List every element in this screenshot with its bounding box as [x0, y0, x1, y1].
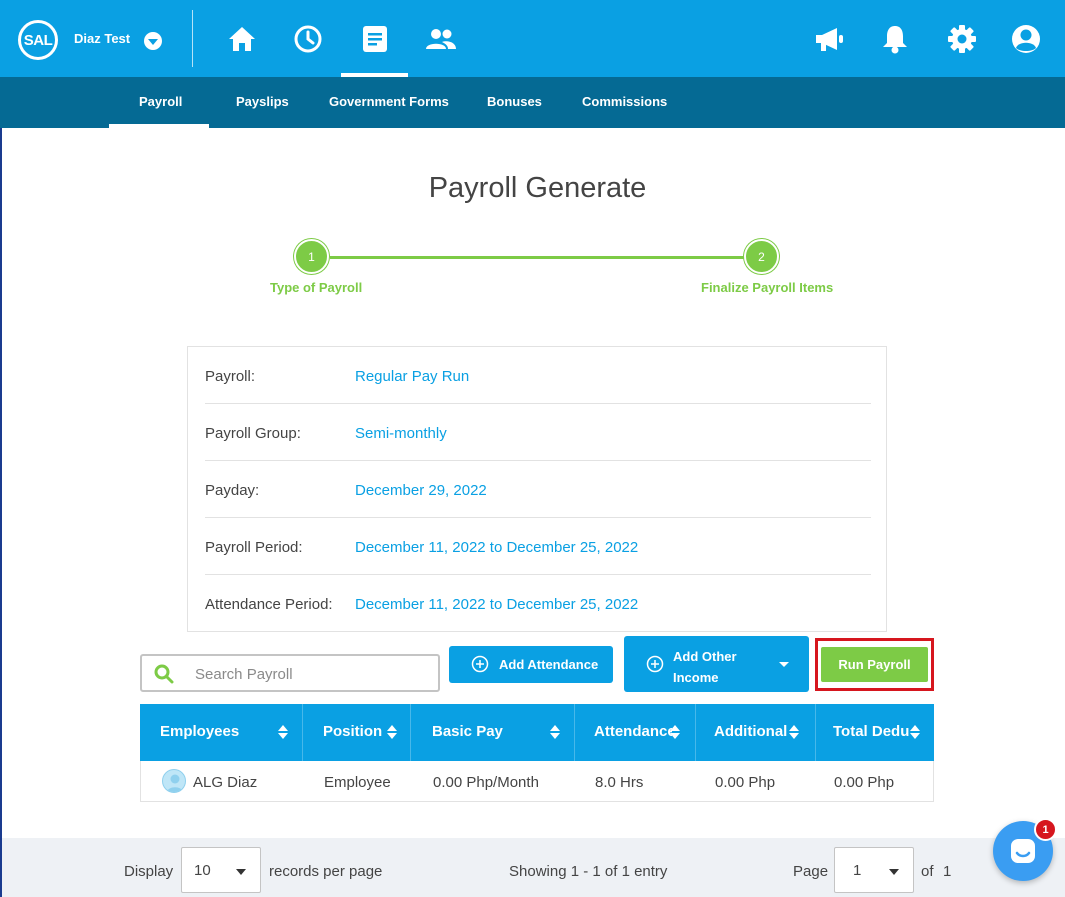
- info-value: Regular Pay Run: [355, 368, 470, 385]
- step-1-label: Type of Payroll: [270, 280, 363, 295]
- sort-icon[interactable]: [910, 725, 920, 739]
- plus-circle-icon: [471, 655, 489, 676]
- caret-down-icon: [236, 869, 246, 875]
- records-per-page-label: records per page: [269, 863, 383, 880]
- info-label: Payroll Period:: [205, 539, 303, 556]
- avatar: [162, 769, 186, 793]
- document-icon[interactable]: [358, 22, 392, 56]
- step-2-label: Finalize Payroll Items: [701, 280, 834, 295]
- add-other-income-label: Add Other Income: [673, 646, 763, 688]
- column-header-basic-pay[interactable]: Basic Pay: [411, 704, 575, 761]
- megaphone-icon[interactable]: [812, 22, 846, 56]
- column-header-position[interactable]: Position: [303, 704, 411, 761]
- sort-icon[interactable]: [387, 725, 397, 739]
- page-title: Payroll Generate: [428, 172, 647, 204]
- page-select[interactable]: 1: [834, 847, 914, 893]
- cell-additional: 0.00 Php: [715, 774, 776, 791]
- run-payroll-button[interactable]: Run Payroll: [821, 647, 928, 682]
- column-header-total-deductions[interactable]: Total Dedu: [816, 704, 934, 761]
- add-attendance-button[interactable]: Add Attendance: [449, 646, 613, 683]
- column-header-label: Position: [323, 723, 383, 740]
- add-attendance-label: Add Attendance: [499, 657, 599, 672]
- search-input[interactable]: [195, 664, 425, 684]
- column-header-employees[interactable]: Employees: [140, 704, 303, 761]
- step-1-circle: 1: [294, 239, 329, 274]
- employee-name[interactable]: ALG Diaz: [193, 774, 257, 791]
- cell-basic-pay: 0.00 Php/Month: [433, 774, 539, 791]
- info-label: Attendance Period:: [205, 596, 333, 613]
- table-row[interactable]: ALG Diaz Employee 0.00 Php/Month 8.0 Hrs…: [140, 761, 934, 802]
- sort-icon[interactable]: [670, 725, 680, 739]
- cell-total-deductions: 0.00 Php: [834, 774, 895, 791]
- info-row-payroll-period: Payroll Period: December 11, 2022 to Dec…: [205, 518, 871, 575]
- caret-down-icon: [889, 869, 899, 875]
- gear-icon[interactable]: [945, 22, 979, 56]
- tab-active-indicator: [109, 124, 209, 128]
- left-border: [0, 128, 2, 897]
- display-label: Display: [124, 863, 174, 880]
- info-row-attendance-period: Attendance Period: December 11, 2022 to …: [205, 575, 871, 632]
- add-other-income-button[interactable]: Add Other Income: [624, 636, 809, 692]
- cell-position: Employee: [324, 774, 391, 791]
- company-name[interactable]: Diaz Test: [74, 31, 130, 46]
- page-select-value: 1: [853, 862, 862, 879]
- run-payroll-highlight: Run Payroll: [815, 638, 934, 691]
- search-icon: [154, 664, 174, 689]
- table-header: Employees Position Basic Pay Attendance …: [140, 704, 934, 761]
- column-header-label: Attendance: [594, 723, 672, 740]
- column-header-label: Basic Pay: [432, 723, 503, 740]
- sort-icon[interactable]: [278, 725, 288, 739]
- logo[interactable]: SAL: [18, 20, 58, 60]
- column-header-label: Total Dedu: [833, 723, 910, 740]
- caret-down-icon[interactable]: [779, 662, 789, 667]
- tab-government-forms[interactable]: Government Forms: [329, 94, 449, 109]
- top-bar: SAL Diaz Test: [0, 0, 1065, 77]
- people-icon[interactable]: [424, 22, 458, 56]
- tab-payslips[interactable]: Payslips: [236, 94, 289, 109]
- records-per-page-select[interactable]: 10: [181, 847, 261, 893]
- info-value: December 29, 2022: [355, 482, 487, 499]
- column-header-attendance[interactable]: Attendance: [575, 704, 696, 761]
- tab-bonuses[interactable]: Bonuses: [487, 94, 542, 109]
- info-row-payroll: Payroll: Regular Pay Run: [205, 347, 871, 404]
- of-label: of: [921, 863, 934, 880]
- page-label: Page: [793, 863, 829, 880]
- payroll-info-card: Payroll: Regular Pay Run Payroll Group: …: [187, 346, 887, 632]
- notification-badge: 1: [1034, 818, 1057, 841]
- add-other-income-line2: Income: [673, 670, 719, 685]
- tab-payroll[interactable]: Payroll: [139, 94, 182, 109]
- sort-icon[interactable]: [789, 725, 799, 739]
- info-value: Semi-monthly: [355, 425, 447, 442]
- total-pages: 1: [943, 863, 952, 880]
- info-value: December 11, 2022 to December 25, 2022: [355, 539, 639, 556]
- info-label: Payroll:: [205, 368, 256, 385]
- step-2-circle: 2: [744, 239, 779, 274]
- info-label: Payday:: [205, 482, 260, 499]
- header-divider: [192, 10, 193, 67]
- chat-icon: [1009, 837, 1037, 870]
- clock-icon[interactable]: [291, 22, 325, 56]
- stepper-line: [330, 256, 744, 259]
- info-row-payday: Payday: December 29, 2022: [205, 461, 871, 518]
- info-row-payroll-group: Payroll Group: Semi-monthly: [205, 404, 871, 461]
- column-header-label: Employees: [160, 723, 240, 740]
- tab-commissions[interactable]: Commissions: [582, 94, 667, 109]
- info-label: Payroll Group:: [205, 425, 301, 442]
- column-header-additional[interactable]: Additional: [696, 704, 816, 761]
- info-value: December 11, 2022 to December 25, 2022: [355, 596, 639, 613]
- search-box: [140, 654, 440, 692]
- home-icon[interactable]: [225, 22, 259, 56]
- cell-attendance: 8.0 Hrs: [595, 774, 644, 791]
- showing-entries-text: Showing 1 - 1 of 1 entry: [509, 863, 668, 880]
- sort-icon[interactable]: [550, 725, 560, 739]
- chevron-down-icon[interactable]: [144, 32, 162, 50]
- plus-circle-icon: [646, 655, 664, 676]
- user-account-icon[interactable]: [1009, 22, 1043, 56]
- records-per-page-value: 10: [194, 862, 211, 879]
- pagination-footer: Display 10 records per page Showing 1 - …: [2, 838, 1065, 897]
- sub-navigation: Payroll Payslips Government Forms Bonuse…: [0, 77, 1065, 128]
- column-header-label: Additional: [714, 723, 788, 740]
- bell-icon[interactable]: [878, 22, 912, 56]
- add-other-income-line1: Add Other: [673, 649, 737, 664]
